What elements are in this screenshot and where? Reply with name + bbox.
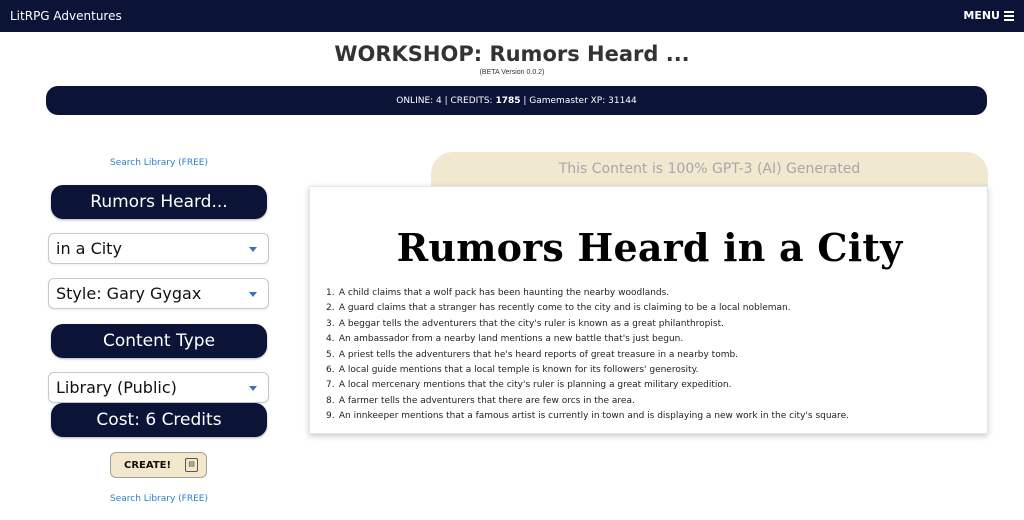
version-label: (BETA Version 0.0.2) — [479, 69, 545, 76]
style-select[interactable]: Style: Gary Gygax — [48, 278, 269, 309]
cost-label: Cost: 6 Credits — [96, 410, 222, 430]
chevron-down-icon — [249, 292, 257, 297]
list-item: 3. A beggar tells the adventurers that t… — [326, 318, 724, 329]
page-title: WORKSHOP: Rumors Heard ... — [334, 42, 690, 66]
content-card: Rumors Heard in a City 1. A child claims… — [309, 186, 988, 434]
list-item: 1. A child claims that a wolf pack has b… — [326, 288, 670, 298]
list-item: 9. An innkeeper mentions that a famous a… — [326, 411, 849, 422]
list-item: 5. A priest tells the adventurers that h… — [326, 349, 739, 360]
content-type-header: Content Type — [51, 324, 267, 358]
content-type-select-value: Library (Public) — [56, 378, 177, 397]
search-library-link-bottom[interactable]: Search Library (FREE) — [52, 494, 266, 504]
ai-notice-label: This Content is 100% GPT-3 (AI) Generate… — [558, 161, 861, 177]
generator-title-button[interactable]: Rumors Heard... — [51, 185, 267, 219]
content-title: Rumors Heard in a City — [396, 225, 903, 270]
hamburger-icon — [1004, 11, 1014, 21]
location-select[interactable]: in a City — [48, 233, 269, 264]
cost-badge: Cost: 6 Credits — [51, 403, 267, 437]
list-item: 6. A local guide mentions that a local t… — [326, 365, 699, 376]
status-bar: ONLINE: 4 | CREDITS: 1785 | Gamemaster X… — [46, 86, 987, 115]
location-select-value: in a City — [56, 239, 122, 258]
chevron-down-icon — [249, 247, 257, 252]
credits-value: 1785 — [495, 95, 521, 106]
generator-title-label: Rumors Heard... — [90, 192, 228, 212]
list-item: 2. A guard claims that a stranger has re… — [326, 303, 791, 314]
list-item: 7. A local mercenary mentions that the c… — [326, 380, 732, 391]
style-select-value: Style: Gary Gygax — [56, 284, 202, 303]
xp-label: | Gamemaster XP: 31144 — [520, 95, 637, 106]
list-item: 8. A farmer tells the adventurers that t… — [326, 395, 635, 406]
list-item: 4. An ambassador from a nearby land ment… — [326, 334, 684, 345]
create-label: CREATE! — [124, 459, 172, 471]
brand-name[interactable]: LitRPG Adventures — [10, 9, 122, 23]
content-type-label: Content Type — [102, 331, 216, 351]
top-navbar: LitRPG Adventures MENU — [0, 0, 1024, 32]
search-library-link-top[interactable]: Search Library (FREE) — [52, 158, 266, 168]
online-credits-label: ONLINE: 4 | CREDITS: — [396, 95, 496, 106]
menu-button[interactable]: MENU — [963, 9, 1014, 22]
rumor-list: 1. A child claims that a wolf pack has b… — [326, 286, 849, 425]
chevron-down-icon — [249, 386, 257, 391]
content-type-select[interactable]: Library (Public) — [48, 372, 269, 403]
menu-label: MENU — [963, 9, 1000, 22]
document-icon: ▤ — [185, 458, 198, 472]
create-button[interactable]: CREATE! ▤ — [110, 452, 207, 478]
